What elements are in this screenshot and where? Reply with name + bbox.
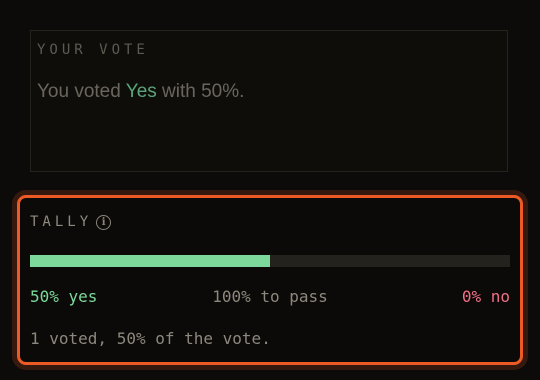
tally-summary: 1 voted, 50% of the vote. <box>30 329 271 348</box>
tally-header: TALLY i <box>30 213 112 230</box>
tally-progress-fill <box>30 255 270 267</box>
your-vote-choice: Yes <box>125 81 157 102</box>
your-vote-suffix: with 50%. <box>156 81 245 102</box>
your-vote-text: You voted Yes with 50%. <box>37 81 244 103</box>
pass-threshold: 100% to pass <box>212 287 328 306</box>
your-vote-prefix: You voted <box>37 81 126 102</box>
yes-percentage: 50% yes <box>30 287 98 306</box>
tally-heading: TALLY <box>30 213 93 230</box>
no-percentage: 0% no <box>461 287 510 306</box>
your-vote-heading: YOUR VOTE <box>37 42 149 58</box>
info-icon[interactable]: i <box>96 215 112 230</box>
tally-stats-row: 50% yes 100% to pass 0% no <box>30 287 510 309</box>
tally-progress-bar <box>30 255 510 267</box>
